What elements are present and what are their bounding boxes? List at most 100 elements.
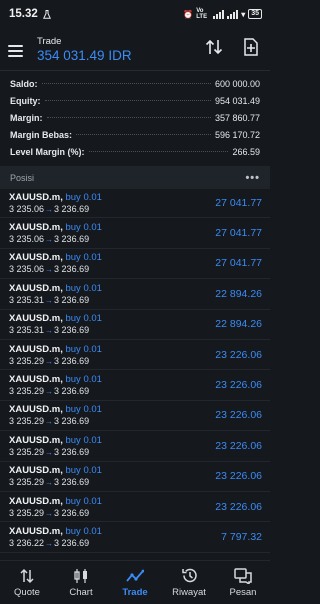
position-row[interactable]: XAUUSD.m, buy 0.01 3 235.29→3 236.69 23 22…	[0, 401, 270, 432]
history-clock-icon	[181, 568, 197, 583]
position-row[interactable]: XAUUSD.m, buy 0.01 3 236.22→3 236.69 7 797…	[0, 522, 270, 553]
position-symbol: XAUUSD.m,	[9, 525, 63, 537]
arrow-right-icon: →	[45, 478, 54, 488]
status-bar: 15.32 ⏰ Vo LTE ▾ 35	[0, 0, 270, 28]
position-profit: 23 226.06	[215, 348, 262, 361]
positions-section-label: Posisi	[10, 172, 35, 183]
position-current-price: 3 236.69	[54, 355, 90, 366]
wifi-icon: ▾	[241, 9, 246, 19]
arrow-right-icon: →	[45, 356, 54, 366]
signal-icon	[213, 9, 225, 19]
battery-icon: 35	[248, 9, 262, 19]
position-symbol: XAUUSD.m,	[9, 222, 63, 234]
position-current-price: 3 236.69	[54, 416, 90, 427]
arrow-right-icon: →	[45, 508, 54, 518]
position-action: buy 0.01	[65, 252, 102, 264]
app-header: Trade 354 031.49 IDR	[0, 28, 270, 70]
position-row[interactable]: XAUUSD.m, buy 0.01 3 235.29→3 236.69 23 22…	[0, 431, 270, 462]
position-current-price: 3 236.69	[54, 537, 90, 548]
position-open-price: 3 236.22	[9, 537, 45, 548]
position-info: XAUUSD.m, buy 0.01 3 235.29→3 236.69	[9, 465, 102, 487]
position-symbol: XAUUSD.m,	[9, 465, 63, 477]
position-profit: 23 226.06	[215, 500, 262, 513]
position-symbol: XAUUSD.m,	[9, 434, 63, 446]
arrow-right-icon: →	[45, 447, 54, 457]
position-action: buy 0.01	[65, 465, 102, 477]
position-row[interactable]: XAUUSD.m, buy 0.01 3 235.06→3 236.69 27 04…	[0, 249, 270, 280]
position-info: XAUUSD.m, buy 0.01 3 235.29→3 236.69	[9, 374, 102, 396]
position-profit: 7 797.32	[221, 530, 262, 543]
position-row[interactable]: XAUUSD.m, buy 0.01 3 235.06→3 236.69 27 04…	[0, 188, 270, 219]
arrow-right-icon: →	[45, 295, 54, 305]
position-open-price: 3 235.29	[9, 446, 45, 457]
position-current-price: 3 236.69	[54, 264, 90, 275]
trade-line-icon	[126, 569, 144, 582]
position-current-price: 3 236.69	[54, 386, 90, 397]
position-action: buy 0.01	[65, 525, 102, 537]
position-profit: 22 894.26	[215, 318, 262, 331]
arrow-right-icon: →	[45, 417, 54, 427]
position-open-price: 3 235.31	[9, 325, 45, 336]
position-info: XAUUSD.m, buy 0.01 3 235.06→3 236.69	[9, 222, 102, 244]
position-action: buy 0.01	[65, 282, 102, 294]
tab-trade[interactable]: Trade	[108, 561, 162, 604]
position-row[interactable]: XAUUSD.m, buy 0.01 3 235.06→3 236.69 27 04…	[0, 218, 270, 249]
position-current-price: 3 236.69	[54, 234, 90, 245]
position-open-price: 3 235.29	[9, 477, 45, 488]
position-current-price: 3 236.69	[54, 294, 90, 305]
position-action: buy 0.01	[65, 313, 102, 325]
position-current-price: 3 236.69	[54, 507, 90, 518]
network-label: Vo LTE	[196, 8, 208, 20]
more-options-icon[interactable]: •••	[245, 172, 260, 184]
position-info: XAUUSD.m, buy 0.01 3 235.29→3 236.69	[9, 344, 102, 366]
position-symbol: XAUUSD.m,	[9, 374, 63, 386]
positions-section-header: Posisi •••	[0, 166, 270, 189]
position-row[interactable]: XAUUSD.m, buy 0.01 3 235.31→3 236.69 22 89…	[0, 310, 270, 340]
new-order-icon[interactable]	[243, 38, 259, 56]
position-info: XAUUSD.m, buy 0.01 3 235.29→3 236.69	[9, 435, 102, 457]
position-info: XAUUSD.m, buy 0.01 3 235.31→3 236.69	[9, 313, 102, 335]
position-symbol: XAUUSD.m,	[9, 343, 63, 355]
position-action: buy 0.01	[65, 374, 102, 386]
position-row[interactable]: XAUUSD.m, buy 0.01 3 235.29→3 236.69 23 22…	[0, 492, 270, 523]
position-profit: 27 041.77	[215, 196, 262, 209]
position-info: XAUUSD.m, buy 0.01 3 235.31→3 236.69	[9, 283, 102, 305]
arrow-right-icon: →	[45, 326, 54, 336]
bottom-tab-bar: Quote Chart Trade Riwayat Pesan	[0, 560, 270, 604]
position-row[interactable]: XAUUSD.m, buy 0.01 3 235.29→3 236.69 23 22…	[0, 340, 270, 371]
flask-icon	[42, 9, 51, 19]
account-summary: Saldo: 600 000.00 Equity: 954 031.49 Margi…	[0, 71, 270, 160]
position-symbol: XAUUSD.m,	[9, 313, 63, 325]
position-row[interactable]: XAUUSD.m, buy 0.01 3 235.29→3 236.69 23 22…	[0, 370, 270, 401]
position-symbol: XAUUSD.m,	[9, 252, 63, 264]
position-row[interactable]: XAUUSD.m, buy 0.01 3 235.29→3 236.69 23 22…	[0, 462, 270, 492]
position-action: buy 0.01	[65, 222, 102, 234]
tab-pesan[interactable]: Pesan	[216, 561, 270, 604]
position-info: XAUUSD.m, buy 0.01 3 235.06→3 236.69	[9, 252, 102, 274]
position-profit: 27 041.77	[215, 257, 262, 270]
quote-arrows-icon	[20, 568, 34, 583]
position-action: buy 0.01	[65, 404, 102, 416]
tab-quote[interactable]: Quote	[0, 561, 54, 604]
position-open-price: 3 235.06	[9, 203, 45, 214]
position-profit: 23 226.06	[215, 439, 262, 452]
position-row[interactable]: XAUUSD.m, buy 0.01 3 235.31→3 236.69 22 89…	[0, 279, 270, 310]
position-current-price: 3 236.69	[54, 203, 90, 214]
position-action: buy 0.01	[65, 434, 102, 446]
menu-icon[interactable]	[8, 45, 23, 57]
position-action: buy 0.01	[65, 495, 102, 507]
arrow-right-icon: →	[45, 387, 54, 397]
sort-icon[interactable]	[205, 38, 223, 56]
summary-row-free-margin: Margin Bebas: 596 170.72	[10, 129, 260, 140]
positions-list: XAUUSD.m, buy 0.01 3 235.06→3 236.69 27 04…	[0, 188, 270, 553]
arrow-right-icon: →	[45, 538, 54, 548]
summary-row-margin: Margin: 357 860.77	[10, 112, 260, 123]
position-profit: 27 041.77	[215, 227, 262, 240]
position-open-price: 3 235.06	[9, 234, 45, 245]
position-symbol: XAUUSD.m,	[9, 282, 63, 294]
tab-chart[interactable]: Chart	[54, 561, 108, 604]
position-open-price: 3 235.29	[9, 507, 45, 518]
status-time: 15.32	[9, 8, 38, 20]
tab-riwayat[interactable]: Riwayat	[162, 561, 216, 604]
position-profit: 23 226.06	[215, 470, 262, 483]
